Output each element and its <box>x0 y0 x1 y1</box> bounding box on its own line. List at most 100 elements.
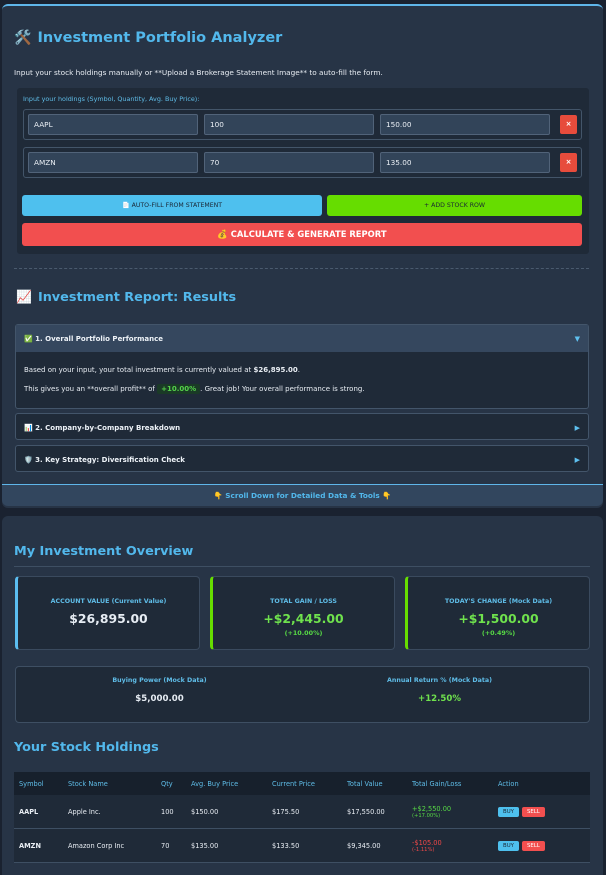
sell-button[interactable]: SELL <box>521 806 545 817</box>
accordion-header[interactable]: 📊 2. Company-by-Company Breakdown ▶ <box>16 414 588 441</box>
shield-icon: 🛡️ <box>24 455 33 464</box>
tools-icon: 🛠️ <box>14 30 32 46</box>
overview-divider <box>14 566 590 567</box>
autofill-button[interactable]: 📄 AUTO-FILL FROM STATEMENT <box>22 195 322 216</box>
cell-action: BUY SELL <box>498 806 545 817</box>
price-field[interactable]: 150.00 <box>380 114 550 135</box>
cell-current-price: $133.50 <box>272 841 300 850</box>
section-divider <box>14 268 589 269</box>
kpi-account-value: ACCOUNT VALUE (Current Value) $26,895.00 <box>15 576 200 650</box>
analyzer-intro: Input your stock holdings manually or **… <box>14 68 383 77</box>
holdings-title: Your Stock Holdings <box>14 740 159 755</box>
buying-power-value: $5,000.00 <box>135 694 184 704</box>
cell-action: BUY SELL <box>498 840 545 851</box>
report-title-text: Investment Report: Results <box>37 290 237 305</box>
kpi-total-gain: TOTAL GAIN / LOSS +$2,445.00 (+10.00%) <box>210 576 395 650</box>
col-avg-price: Avg. Buy Price <box>191 779 239 788</box>
col-name: Stock Name <box>68 779 108 788</box>
symbol-field[interactable]: AAPL <box>28 114 198 135</box>
kpi-sub: (+10.00%) <box>284 629 323 637</box>
holding-row: AMZN 70 135.00 × <box>23 147 582 178</box>
cell-avg-price: $150.00 <box>191 807 219 816</box>
gain-percent: (+17.00%) <box>412 812 441 819</box>
profit-badge: +10.00% <box>157 384 201 394</box>
col-qty: Qty <box>161 779 173 788</box>
holdings-table: Symbol Stock Name Qty Avg. Buy Price Cur… <box>14 772 590 863</box>
accordion-company-breakdown[interactable]: 📊 2. Company-by-Company Breakdown ▶ <box>15 413 589 440</box>
summary-text-end: . <box>297 366 300 374</box>
holding-row: AAPL 100 150.00 × <box>23 109 582 140</box>
total-value-text: $26,895.00 <box>253 366 298 374</box>
add-stock-row-button[interactable]: + ADD STOCK ROW <box>327 195 582 216</box>
cell-avg-price: $135.00 <box>191 841 219 850</box>
secondary-metrics: Buying Power (Mock Data) $5,000.00 Annua… <box>15 666 590 723</box>
price-field[interactable]: 135.00 <box>380 152 550 173</box>
profit-text-end: . Great job! Your overall performance is… <box>200 385 365 393</box>
check-icon: ✅ <box>24 334 33 343</box>
col-gain-loss: Total Gain/Loss <box>412 779 462 788</box>
cell-symbol: AMZN <box>19 841 41 850</box>
cell-total-value: $9,345.00 <box>347 841 381 850</box>
accordion-header[interactable]: ✅ 1. Overall Portfolio Performance ▼ <box>16 325 588 352</box>
cell-symbol: AAPL <box>19 807 39 816</box>
col-total-value: Total Value <box>347 779 383 788</box>
scroll-down-hint[interactable]: 👇 Scroll Down for Detailed Data & Tools … <box>2 484 603 506</box>
cell-name: Amazon Corp Inc <box>68 841 125 850</box>
remove-row-button[interactable]: × <box>560 115 577 134</box>
annual-return: Annual Return % (Mock Data) +12.50% <box>296 677 583 704</box>
summary-text: Based on your input, your total investme… <box>24 366 254 374</box>
sell-button[interactable]: SELL <box>521 840 545 851</box>
accordion-title: 1. Overall Portfolio Performance <box>35 334 163 343</box>
table-header: Symbol Stock Name Qty Avg. Buy Price Cur… <box>14 772 590 795</box>
col-action: Action <box>498 779 519 788</box>
holdings-input-panel: Input your holdings (Symbol, Quantity, A… <box>17 88 589 254</box>
kpi-label: TODAY'S CHANGE (Mock Data) <box>444 598 553 605</box>
kpi-value: +$1,500.00 <box>458 611 539 626</box>
buying-power: Buying Power (Mock Data) $5,000.00 <box>16 677 303 704</box>
loss-amount: -$105.00 <box>412 838 442 847</box>
cell-current-price: $175.50 <box>272 807 300 816</box>
chevron-down-icon: ▼ <box>574 334 580 343</box>
kpi-sub: (+0.49%) <box>481 629 516 637</box>
quantity-field[interactable]: 70 <box>204 152 374 173</box>
profit-text: This gives you an **overall profit** of <box>24 385 158 393</box>
kpi-label: ACCOUNT VALUE (Current Value) <box>50 598 167 605</box>
cell-total-value: $17,550.00 <box>347 807 385 816</box>
kpi-value: $26,895.00 <box>69 611 148 626</box>
cell-name: Apple Inc. <box>68 807 101 816</box>
kpi-label: TOTAL GAIN / LOSS <box>270 598 337 605</box>
calculate-report-button[interactable]: 💰 CALCULATE & GENERATE REPORT <box>22 223 582 246</box>
quantity-field[interactable]: 100 <box>204 114 374 135</box>
loss-percent: (-1.11%) <box>412 846 435 853</box>
kpi-today-change: TODAY'S CHANGE (Mock Data) +$1,500.00 (+… <box>405 576 590 650</box>
accordion-body: Based on your input, your total investme… <box>16 352 588 394</box>
chevron-right-icon: ▶ <box>574 423 580 432</box>
cell-qty: 100 <box>161 807 174 816</box>
bar-chart-icon: 📊 <box>24 423 33 432</box>
buy-button[interactable]: BUY <box>498 806 519 817</box>
annual-return-label: Annual Return % (Mock Data) <box>386 677 492 684</box>
holdings-input-label: Input your holdings (Symbol, Quantity, A… <box>23 95 200 103</box>
remove-row-button[interactable]: × <box>560 153 577 172</box>
chevron-right-icon: ▶ <box>574 455 580 464</box>
cell-qty: 70 <box>161 841 170 850</box>
col-current-price: Current Price <box>272 779 315 788</box>
table-row: AAPL Apple Inc. 100 $150.00 $175.50 $17,… <box>14 795 590 829</box>
accordion-title: 2. Company-by-Company Breakdown <box>35 423 181 432</box>
cell-gain-loss: +$2,550.00 (+17.00%) <box>412 805 451 819</box>
chart-up-icon: 📈 <box>16 290 32 305</box>
accordion-header[interactable]: 🛡️ 3. Key Strategy: Diversification Chec… <box>16 446 588 473</box>
report-title: 📈 Investment Report: Results <box>16 290 236 305</box>
gain-amount: +$2,550.00 <box>412 804 452 813</box>
accordion-overall-performance: ✅ 1. Overall Portfolio Performance ▼ Bas… <box>15 324 589 409</box>
symbol-field[interactable]: AMZN <box>28 152 198 173</box>
col-symbol: Symbol <box>19 779 44 788</box>
overview-title: My Investment Overview <box>14 544 194 559</box>
buy-button[interactable]: BUY <box>498 840 519 851</box>
accordion-diversification[interactable]: 🛡️ 3. Key Strategy: Diversification Chec… <box>15 445 589 472</box>
table-row: AMZN Amazon Corp Inc 70 $135.00 $133.50 … <box>14 829 590 863</box>
buying-power-label: Buying Power (Mock Data) <box>112 677 207 684</box>
analyzer-title: 🛠️ Investment Portfolio Analyzer <box>14 30 282 46</box>
analyzer-title-text: Investment Portfolio Analyzer <box>37 30 283 46</box>
accordion-title: 3. Key Strategy: Diversification Check <box>35 455 185 464</box>
